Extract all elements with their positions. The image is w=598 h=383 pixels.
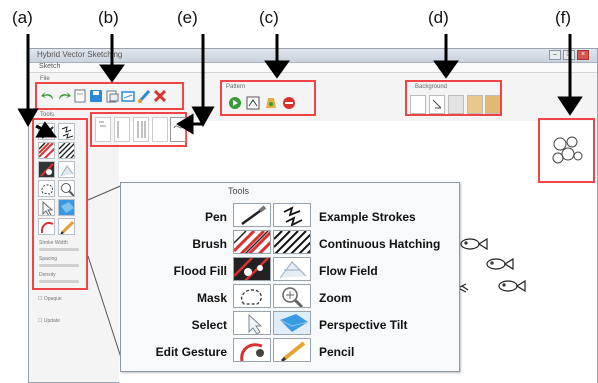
slider-label-stroke-width: Stroke Width [39, 240, 68, 246]
pattern-icon[interactable] [246, 96, 260, 110]
save-icon[interactable] [89, 89, 103, 103]
label-example-strokes: Example Strokes [319, 210, 416, 224]
menu-sketch[interactable]: Sketch [39, 63, 60, 70]
pen-icon[interactable] [38, 123, 55, 140]
edit-gesture-icon[interactable] [38, 218, 55, 235]
mask-icon[interactable] [38, 180, 55, 197]
continuous-hatching-tool-large[interactable] [273, 230, 311, 254]
hatching-icon[interactable] [58, 142, 75, 159]
callout-d: (d) [428, 8, 449, 27]
background-swatch-paper[interactable] [467, 95, 483, 114]
flood-fill-icon[interactable] [38, 161, 55, 178]
play-icon[interactable] [228, 96, 242, 110]
file-toolbar [35, 82, 184, 110]
label-select: Select [191, 318, 227, 332]
brush-tool-large[interactable] [233, 230, 271, 254]
slider-label-spacing: Spacing [39, 256, 58, 262]
stop-icon[interactable] [282, 96, 296, 110]
edit-gesture-tool-large[interactable] [233, 338, 271, 362]
example-stroke-3[interactable] [133, 117, 149, 142]
checkbox-opaque[interactable]: ☐ Opaque [38, 296, 62, 302]
callout-c: (c) [259, 8, 279, 27]
density-slider[interactable] [39, 280, 79, 283]
pattern-group-caption: Pattern [226, 84, 246, 90]
callout-f: (f) [555, 8, 572, 27]
example-strokes-tool-large[interactable] [273, 203, 311, 227]
checkbox-update[interactable]: ☐ Update [38, 318, 60, 324]
tools-panel-title: Tools [228, 186, 250, 196]
undo-icon[interactable] [41, 89, 55, 103]
maximize-icon[interactable]: □ [563, 50, 575, 60]
label-pencil: Pencil [319, 345, 355, 359]
example-stroke-2[interactable] [114, 117, 130, 142]
background-swatch-white[interactable] [410, 95, 426, 114]
label-perspective-tilt: Perspective Tilt [319, 318, 408, 332]
close-icon[interactable]: × [577, 50, 589, 60]
pattern-thumbnail[interactable] [538, 118, 595, 183]
example-strokes-strip [90, 112, 187, 147]
pencil-tool-large[interactable] [273, 338, 311, 362]
checkbox-update-label: Update [43, 318, 60, 324]
background-swatch-tan[interactable] [485, 95, 500, 114]
example-stroke-5[interactable] [170, 117, 186, 142]
tools-panel-zoom: Tools Pen Brush Flood Fill Mask Select E… [120, 182, 460, 372]
example-stroke-4[interactable] [152, 117, 168, 142]
callout-e: (e) [177, 8, 198, 27]
menu-bar: Sketch [29, 63, 597, 73]
label-mask: Mask [196, 291, 227, 305]
fish-drawing [457, 237, 526, 293]
brush-icon[interactable] [137, 89, 151, 103]
zoom-tool-large[interactable] [273, 284, 311, 308]
label-flow-field: Flow Field [319, 264, 378, 278]
example-strokes-icon[interactable] [58, 123, 75, 140]
fill-icon[interactable] [264, 96, 278, 110]
minimize-icon[interactable]: – [549, 50, 561, 60]
delete-icon[interactable] [153, 89, 167, 103]
flow-field-tool-large[interactable] [273, 257, 311, 281]
callout-b: (b) [98, 8, 119, 27]
zoom-icon[interactable] [58, 180, 75, 197]
stroke-width-slider[interactable] [39, 248, 79, 251]
fish-cluster-icon [552, 136, 583, 164]
flow-field-icon[interactable] [58, 161, 75, 178]
tilt-icon[interactable] [58, 199, 75, 216]
background-swatch-grey[interactable] [448, 95, 464, 114]
figure: (a) (b) (e) (c) (d) (f) Hybrid Vector Sk… [0, 0, 598, 383]
new-icon[interactable] [73, 89, 87, 103]
export-icon[interactable] [121, 89, 135, 103]
pen-tool-large[interactable] [233, 203, 271, 227]
perspective-tilt-tool-large[interactable] [273, 311, 311, 335]
label-edit-gesture: Edit Gesture [155, 345, 227, 359]
checkbox-opaque-label: Opaque [43, 296, 62, 302]
background-group-caption: Background [415, 84, 448, 90]
label-pen: Pen [204, 210, 227, 224]
slider-label-density: Density [39, 272, 56, 278]
background-toolbar: Background [405, 80, 502, 116]
flood-fill-tool-large[interactable] [233, 257, 271, 281]
redo-icon[interactable] [57, 89, 71, 103]
pattern-toolbar: Pattern [220, 80, 316, 116]
brush-tool-icon[interactable] [38, 142, 55, 159]
pencil-icon[interactable] [58, 218, 75, 235]
open-icon[interactable] [105, 89, 119, 103]
mask-tool-large[interactable] [233, 284, 271, 308]
label-continuous-hatching: Continuous Hatching [319, 237, 441, 251]
background-swatch-lines[interactable] [429, 95, 445, 114]
tools-sidebar: Stroke Width Spacing Density [32, 118, 88, 290]
callout-a: (a) [12, 8, 33, 27]
spacing-slider[interactable] [39, 264, 79, 267]
example-stroke-1[interactable] [95, 117, 111, 142]
label-flood-fill: Flood Fill [173, 264, 227, 278]
title-bar: Hybrid Vector Sketching – □ × [29, 49, 597, 63]
select-tool-large[interactable] [233, 311, 271, 335]
label-brush: Brush [192, 237, 227, 251]
label-zoom: Zoom [319, 291, 352, 305]
window-title: Hybrid Vector Sketching [37, 50, 123, 59]
select-icon[interactable] [38, 199, 55, 216]
